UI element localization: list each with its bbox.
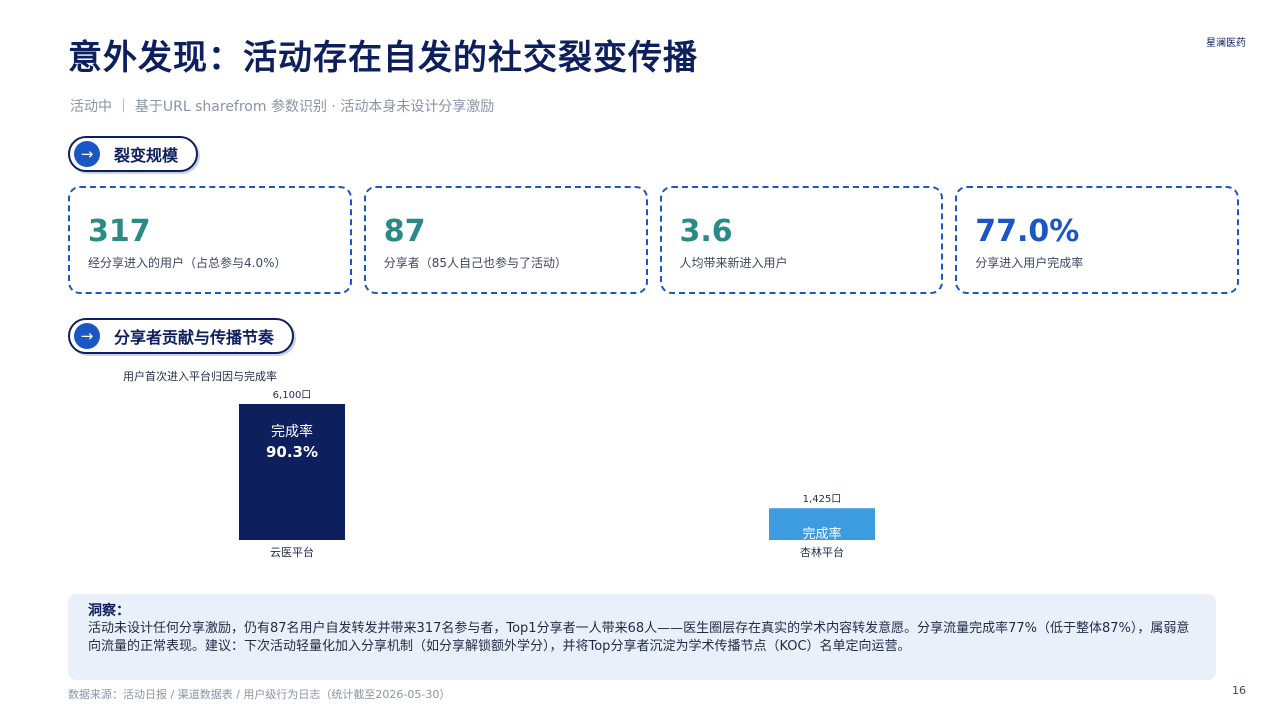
bar-inner-label: 完成率 xyxy=(802,526,841,542)
kpi-card-shared-users: 317 经分享进入的用户（占总参与4.0%） xyxy=(68,186,352,294)
kpi-card-sharers: 87 分享者（85人自己也参与了活动） xyxy=(363,186,648,294)
kpi-card-completion-rate: 77.0% 分享进入用户完成率 xyxy=(955,186,1239,294)
kpi-value: 87 xyxy=(383,214,426,249)
bar-completion-rate: 90.3% xyxy=(266,443,318,461)
kpi-desc: 人均带来新进入用户 xyxy=(679,256,788,270)
bar-value-label: 6,100口 xyxy=(273,390,312,401)
page-title: 意外发现：活动存在自发的社交裂变传播 xyxy=(68,38,698,78)
arrow-right-icon: → xyxy=(74,323,100,349)
category-label: 杏林平台 xyxy=(800,545,844,559)
bar-inner-label: 完成率 xyxy=(271,423,313,440)
arrow-right-icon: → xyxy=(74,141,100,167)
page-subtitle: 活动中 ｜ 基于URL sharefrom 参数识别 · 活动本身未设计分享激励 xyxy=(70,99,495,115)
kpi-card-avg-new-users: 3.6 人均带来新进入用户 xyxy=(659,186,944,294)
kpi-desc: 分享者（85人自己也参与了活动） xyxy=(383,256,568,270)
insight-heading: 洞察： xyxy=(88,603,130,619)
category-label: 云医平台 xyxy=(270,545,314,559)
kpi-value: 3.6 xyxy=(679,214,733,249)
page-number: 16 xyxy=(1232,684,1246,697)
attribution-chart: 用户首次进入平台归因与完成率 6,100口 云医平台 完成率 90.3% 1,425口 杏林… xyxy=(68,360,1239,570)
bar-value-label: 1,425口 xyxy=(803,494,842,505)
kpi-value: 317 xyxy=(88,214,151,249)
insight-body: 活动未设计任何分享激励，仍有87名用户自发转发并带来317名参与者，Top1分享… xyxy=(88,621,1190,654)
kpi-value: 77.0% xyxy=(975,214,1080,249)
kpi-desc: 经分享进入的用户（占总参与4.0%） xyxy=(88,256,287,270)
chart-svg: 用户首次进入平台归因与完成率 6,100口云医平台 完成率 90.3% 1,425口杏林… xyxy=(123,369,875,559)
insight-box: 洞察： 活动未设计任何分享激励，仍有87名用户自发转发并带来317名参与者，To… xyxy=(68,594,1216,680)
section-label: 裂变规模 xyxy=(114,146,179,165)
section-header-contribution: → 分享者贡献与传播节奏 xyxy=(68,318,295,354)
kpi-row: 317 经分享进入的用户（占总参与4.0%） 87 分享者（85人自己也参与了活… xyxy=(68,186,1239,294)
section-header-scale: → 裂变规模 xyxy=(68,136,199,172)
section-label: 分享者贡献与传播节奏 xyxy=(114,328,275,347)
kpi-desc: 分享进入用户完成率 xyxy=(975,256,1084,270)
brand-logo: 星澜医药 xyxy=(1206,38,1246,49)
data-source: 数据来源：活动日报 / 渠道数据表 / 用户级行为日志（统计截至2026-05-… xyxy=(68,688,451,701)
chart-title: 用户首次进入平台归因与完成率 xyxy=(123,369,277,383)
